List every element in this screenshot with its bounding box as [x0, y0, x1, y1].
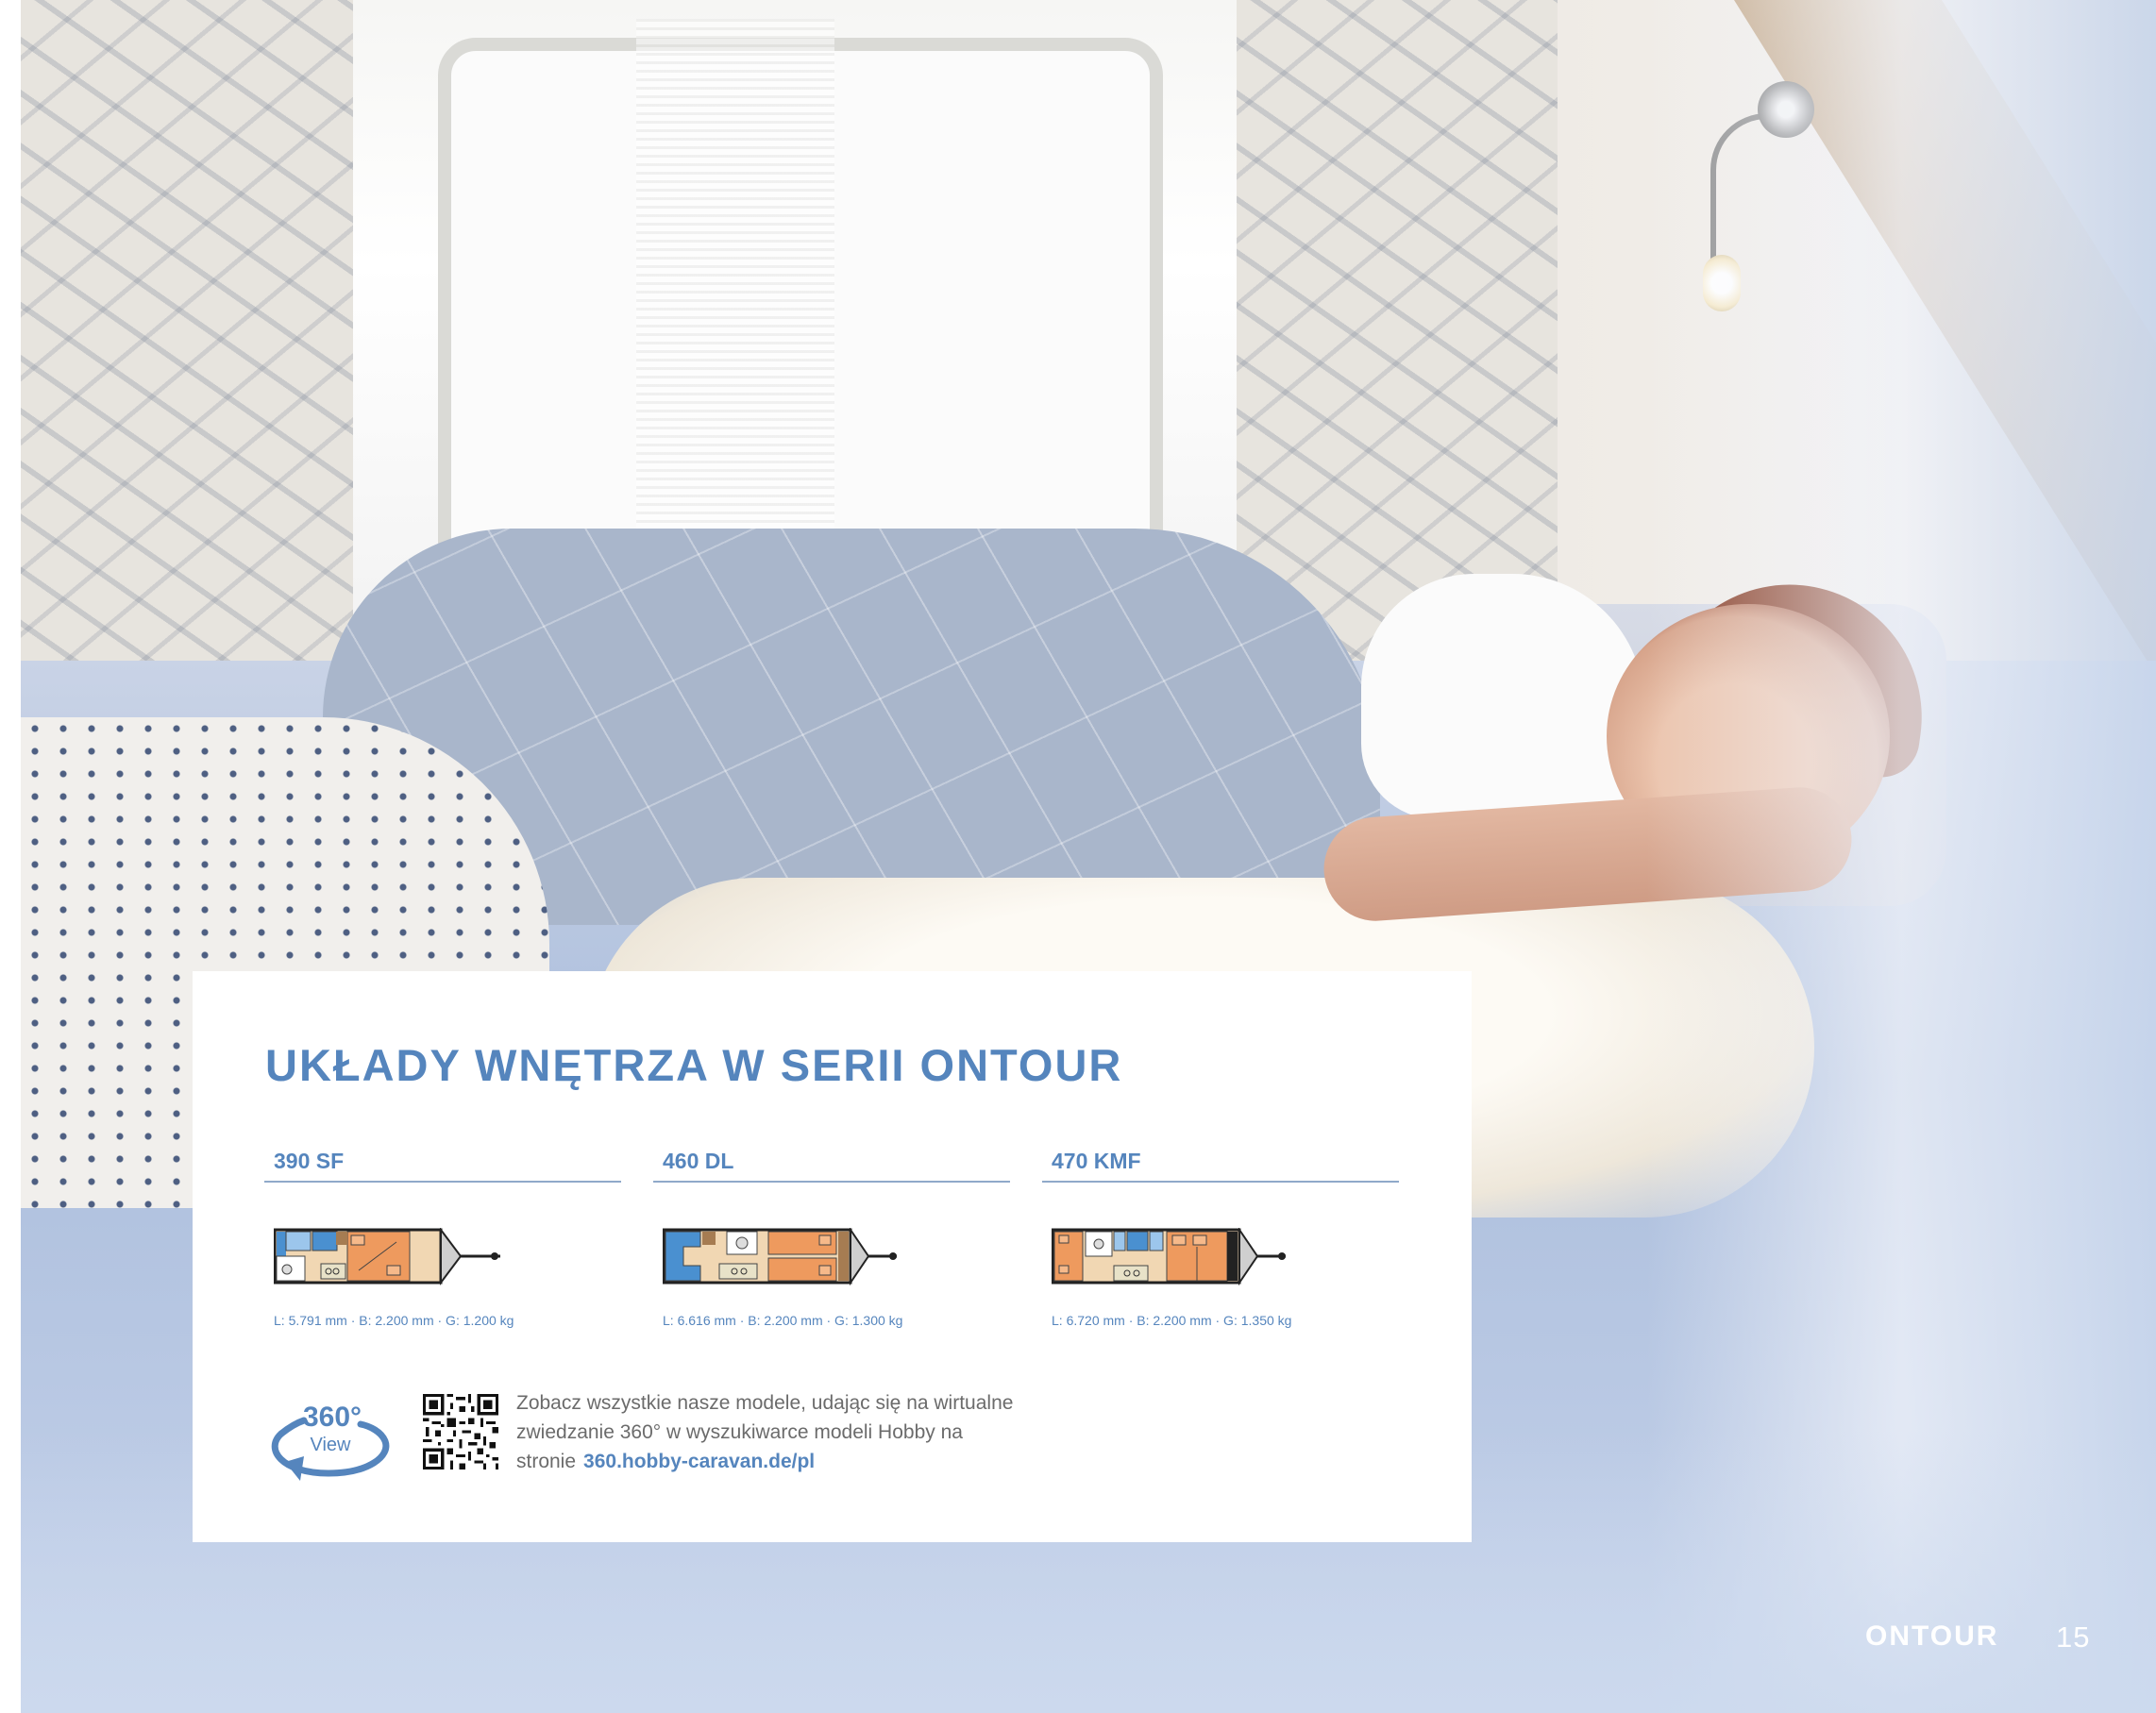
- model-specs: L: 5.791 mm · B: 2.200 mm · G: 1.200 kg: [274, 1313, 514, 1328]
- model-name: 460 DL: [663, 1149, 734, 1173]
- promo-text: Zobacz wszystkie nasze modele, udając si…: [516, 1388, 1045, 1476]
- model-specs: L: 6.616 mm · B: 2.200 mm · G: 1.300 kg: [663, 1313, 903, 1328]
- qr-code-icon: [423, 1394, 498, 1469]
- person-shirt: [1361, 574, 1644, 819]
- model-divider: [1042, 1181, 1399, 1183]
- model-460dl: 460 DL L: 6.616 mm · B: 2.200 mm · G: 1.…: [653, 1147, 1010, 1328]
- view-360-number: 360°: [303, 1402, 362, 1433]
- floorplan-390sf-icon: [274, 1228, 500, 1285]
- model-divider: [653, 1181, 1010, 1183]
- model-name: 470 KMF: [1052, 1149, 1141, 1173]
- view-360-icon: 360° View: [271, 1402, 390, 1481]
- floorplan-470kmf-icon: [1052, 1228, 1286, 1286]
- model-name: 390 SF: [274, 1149, 345, 1173]
- page-number: 15: [2056, 1621, 2091, 1654]
- curtain-left: [21, 0, 353, 680]
- section-title: UKŁADY WNĘTRZA W SERII ONTOUR: [265, 1040, 1123, 1090]
- model-specs: L: 6.720 mm · B: 2.200 mm · G: 1.350 kg: [1052, 1313, 1292, 1328]
- view-360-label: View: [311, 1435, 352, 1455]
- model-470kmf: 470 KMF L: 6.720 mm · B: 2.200 mm · G: 1…: [1042, 1147, 1399, 1328]
- layouts-card: UKŁADY WNĘTRZA W SERII ONTOUR 390 SF L: …: [193, 971, 1472, 1542]
- model-divider: [264, 1181, 621, 1183]
- floorplan-460dl-icon: [663, 1228, 897, 1286]
- window-blind: [636, 19, 834, 529]
- promo-link[interactable]: 360.hobby-caravan.de/pl: [583, 1451, 815, 1472]
- model-390sf: 390 SF L: 5.791 mm · B: 2.200 mm · G: 1.…: [264, 1147, 621, 1328]
- footer-series-name: ONTOUR: [1865, 1621, 1999, 1652]
